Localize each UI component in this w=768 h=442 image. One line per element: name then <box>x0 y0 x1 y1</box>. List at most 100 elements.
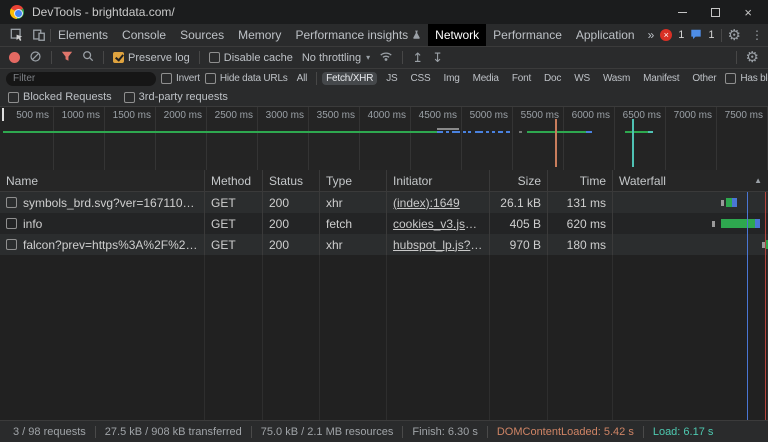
flask-icon <box>412 28 421 42</box>
row-checkbox[interactable] <box>6 239 17 250</box>
filter-pill-fetch-xhr[interactable]: Fetch/XHR <box>322 72 377 85</box>
has-blocked-cookies-label: Has blocked cookies <box>740 73 768 84</box>
tab-network[interactable]: Network <box>428 24 486 46</box>
third-party-requests-label: 3rd-party requests <box>139 91 228 103</box>
close-button[interactable]: × <box>744 6 752 19</box>
third-party-requests-checkbox[interactable]: 3rd-party requests <box>124 91 228 103</box>
has-blocked-cookies-checkbox[interactable]: Has blocked cookies <box>725 73 768 84</box>
filter-pill-other[interactable]: Other <box>688 72 720 85</box>
filter-pill-wasm[interactable]: Wasm <box>599 72 634 85</box>
preserve-log-checkbox[interactable]: Preserve log <box>113 52 190 64</box>
table-row[interactable]: symbols_brd.svg?ver=1671108565 GET 200 x… <box>0 192 768 213</box>
checkbox-unchecked[interactable] <box>124 92 135 103</box>
overview-activity-bar <box>452 131 460 133</box>
request-type: fetch <box>320 213 387 234</box>
checkbox-unchecked[interactable] <box>161 73 172 84</box>
row-checkbox[interactable] <box>6 197 17 208</box>
checkbox-unchecked[interactable] <box>205 73 216 84</box>
sort-ascending-icon[interactable]: ▲ <box>754 176 762 185</box>
import-har-icon[interactable]: ↧ <box>432 51 443 64</box>
throttling-value: No throttling <box>302 52 361 64</box>
inspect-element-icon[interactable] <box>6 24 28 46</box>
filter-pill-css[interactable]: CSS <box>407 72 435 85</box>
timeline-tick: 1000 ms <box>42 110 100 121</box>
export-har-icon[interactable]: ↥ <box>412 51 423 64</box>
waterfall-cell[interactable] <box>613 213 768 234</box>
request-name[interactable]: falcon?prev=https%3A%2F%2Fwww.goo… <box>23 238 198 252</box>
timeline-tick: 2500 ms <box>195 110 253 121</box>
preserve-log-label: Preserve log <box>128 52 190 64</box>
row-checkbox[interactable] <box>6 218 17 229</box>
column-header-initiator[interactable]: Initiator <box>387 170 490 191</box>
request-name[interactable]: symbols_brd.svg?ver=1671108565 <box>23 196 198 210</box>
request-size: 405 B <box>490 213 548 234</box>
record-button[interactable] <box>9 52 20 63</box>
tab-performance-insights[interactable]: Performance insights <box>288 24 428 46</box>
checkbox-unchecked[interactable] <box>8 92 19 103</box>
filter-pill-doc[interactable]: Doc <box>540 72 565 85</box>
network-conditions-icon[interactable] <box>379 49 393 66</box>
request-method: GET <box>205 213 263 234</box>
disable-cache-checkbox[interactable]: Disable cache <box>209 52 293 64</box>
filter-input[interactable] <box>6 72 156 86</box>
initiator-link[interactable]: (index):1649 <box>393 196 460 210</box>
checkbox-unchecked[interactable] <box>725 73 736 84</box>
divider <box>736 51 737 64</box>
minimize-button[interactable] <box>678 12 687 13</box>
initiator-link[interactable]: hubspot_lp.js?ver=1… <box>393 238 483 252</box>
column-header-name[interactable]: Name <box>0 170 205 191</box>
timeline-tick: 3000 ms <box>246 110 304 121</box>
search-icon[interactable] <box>82 50 94 65</box>
column-header-size[interactable]: Size <box>490 170 548 191</box>
column-header-type[interactable]: Type <box>320 170 387 191</box>
error-badge-icon[interactable]: × <box>660 29 672 41</box>
chevron-down-icon: ▾ <box>366 53 370 62</box>
tab-performance[interactable]: Performance <box>486 24 569 46</box>
clear-button[interactable] <box>29 50 42 66</box>
timeline-tick: 7500 ms <box>705 110 763 121</box>
table-row[interactable]: info GET 200 fetch cookies_v3.js?ver=16…… <box>0 213 768 234</box>
filter-pill-media[interactable]: Media <box>469 72 503 85</box>
filter-pill-ws[interactable]: WS <box>570 72 594 85</box>
request-name[interactable]: info <box>23 217 42 231</box>
requests-summary: 3 / 98 requests <box>4 426 95 438</box>
filter-icon[interactable] <box>61 50 73 65</box>
tab-console[interactable]: Console <box>115 24 173 46</box>
filter-pill-font[interactable]: Font <box>508 72 535 85</box>
kebab-menu-icon[interactable]: ⋮ <box>747 28 767 42</box>
checkbox-unchecked[interactable] <box>209 52 220 63</box>
column-header-waterfall[interactable]: Waterfall ▲ <box>613 170 768 191</box>
filter-pill-all[interactable]: All <box>293 72 312 85</box>
divider <box>721 29 722 42</box>
blocked-requests-checkbox[interactable]: Blocked Requests <box>8 91 112 103</box>
network-settings-gear-icon[interactable]: ⚙ <box>746 50 759 65</box>
initiator-link[interactable]: cookies_v3.js?ver=16… <box>393 217 483 231</box>
waterfall-cell[interactable] <box>613 192 768 213</box>
checkbox-checked[interactable] <box>113 52 124 63</box>
filter-pill-js[interactable]: JS <box>382 72 401 85</box>
tab-sources[interactable]: Sources <box>173 24 231 46</box>
waterfall-cell[interactable] <box>613 234 768 255</box>
filter-pill-manifest[interactable]: Manifest <box>639 72 683 85</box>
invert-checkbox[interactable]: Invert <box>161 73 200 84</box>
hide-data-urls-checkbox[interactable]: Hide data URLs <box>205 73 288 84</box>
throttling-select[interactable]: No throttling ▾ <box>302 52 370 64</box>
waterfall-download-bar <box>755 219 760 228</box>
request-time: 620 ms <box>548 213 613 234</box>
column-header-status[interactable]: Status <box>263 170 320 191</box>
settings-gear-icon[interactable]: ⚙ <box>728 28 741 43</box>
tab-elements[interactable]: Elements <box>51 24 115 46</box>
more-tabs-button[interactable]: » <box>642 24 661 46</box>
maximize-button[interactable] <box>711 8 720 17</box>
network-overview-timeline[interactable]: 500 ms 1000 ms 1500 ms 2000 ms 2500 ms 3… <box>0 106 768 170</box>
device-toolbar-icon[interactable] <box>28 24 50 46</box>
blocked-requests-label: Blocked Requests <box>23 91 112 103</box>
filter-pill-img[interactable]: Img <box>439 72 463 85</box>
issues-icon[interactable] <box>690 28 702 43</box>
overview-activity-bar <box>475 131 483 133</box>
column-header-time[interactable]: Time <box>548 170 613 191</box>
tab-memory[interactable]: Memory <box>231 24 288 46</box>
column-header-method[interactable]: Method <box>205 170 263 191</box>
table-row[interactable]: falcon?prev=https%3A%2F%2Fwww.goo… GET 2… <box>0 234 768 255</box>
tab-application[interactable]: Application <box>569 24 642 46</box>
